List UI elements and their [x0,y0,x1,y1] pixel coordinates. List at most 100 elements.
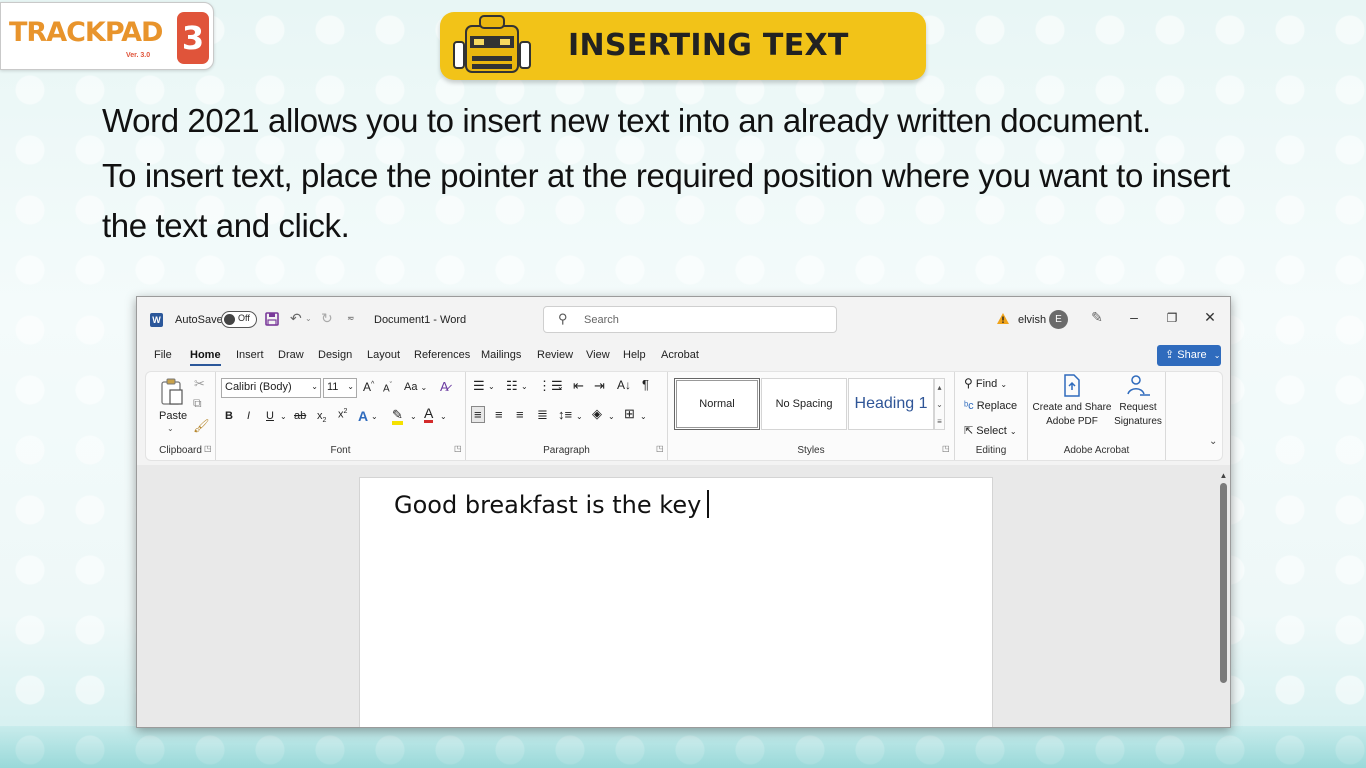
shading-dropdown-icon[interactable]: ⌄ [608,412,615,421]
borders-icon[interactable]: ⊞ [624,406,635,422]
tab-acrobat[interactable]: Acrobat [661,349,699,361]
subscript-icon[interactable]: x2 [317,410,326,424]
decrease-indent-icon[interactable]: ⇤ [573,378,584,394]
undo-dropdown-icon[interactable]: ⌄ [305,314,312,323]
tab-home[interactable]: Home [190,349,221,366]
tab-design[interactable]: Design [318,349,352,361]
bullets-icon[interactable]: ☰ [473,378,485,394]
change-case-button[interactable]: Aa ⌄ [404,381,427,393]
text-effects-icon[interactable]: A [358,408,368,424]
highlight-icon[interactable]: ✎ [392,408,403,425]
font-family-combo[interactable]: Calibri (Body) ⌄ [221,378,321,398]
replace-button[interactable]: ᵇc Replace [964,400,1017,412]
styles-launcher-icon[interactable]: ◳ [942,444,950,453]
shrink-font-icon[interactable]: Aˇ [383,382,392,394]
share-button[interactable]: ⇪ Share ⌄ [1157,345,1221,366]
highlight-dropdown-icon[interactable]: ⌄ [410,412,417,421]
collapse-ribbon-icon[interactable]: ⌄ [1209,436,1217,447]
font-launcher-icon[interactable]: ◳ [454,444,462,453]
styles-scroll-icon[interactable]: ▴ ⌄ ≡ [934,378,945,430]
bold-icon[interactable]: B [225,410,233,422]
justify-icon[interactable]: ≣ [537,407,548,423]
superscript-icon[interactable]: x2 [338,408,347,421]
undo-icon[interactable]: ↶ [290,310,302,327]
numbering-icon[interactable]: ☷ [506,378,518,394]
find-button[interactable]: ⚲ Find ⌄ [964,376,1007,390]
autosave-toggle[interactable]: Off [221,311,257,328]
robot-mascot-icon [453,15,531,73]
scrollbar-thumb[interactable] [1220,483,1227,683]
logo-text: TRACKPAD [9,17,163,48]
create-share-pdf-button[interactable]: Create and Share Adobe PDF [1032,374,1112,429]
share-icon: ⇪ [1165,349,1175,361]
underline-dropdown-icon[interactable]: ⌄ [280,412,287,421]
clear-formatting-icon[interactable]: A̷ [440,379,449,394]
document-text[interactable]: Good breakfast is the key [394,490,710,519]
tab-layout[interactable]: Layout [367,349,400,361]
style-heading-1[interactable]: Heading 1 [848,378,934,430]
ribbon: Paste ⌄ ✂ ⧉ 🖌 Clipboard ◳ Calibri (Body)… [145,371,1223,461]
request-line2: Signatures [1114,416,1162,427]
show-formatting-icon[interactable]: ¶ [642,377,649,392]
underline-icon[interactable]: U [266,410,274,422]
paste-dropdown-icon[interactable]: ⌄ [167,424,174,433]
clipboard-launcher-icon[interactable]: ◳ [204,444,212,453]
warning-icon[interactable] [996,312,1010,325]
font-family-value: Calibri (Body) [225,381,292,393]
numbering-dropdown-icon[interactable]: ⌄ [521,382,528,391]
change-case-label: Aa [404,381,418,393]
pen-icon[interactable]: ✎ [1087,309,1107,326]
align-right-icon[interactable]: ≡ [516,407,524,422]
tab-insert[interactable]: Insert [236,349,264,361]
shading-icon[interactable]: ◈ [592,406,602,422]
close-button[interactable]: ✕ [1200,309,1220,326]
tab-file[interactable]: File [154,349,172,361]
multilevel-dropdown-icon[interactable]: ⌄ [557,382,564,391]
title-banner: INSERTING TEXT [440,12,926,80]
line-spacing-dropdown-icon[interactable]: ⌄ [576,412,583,421]
paste-label[interactable]: Paste [159,410,187,422]
customize-toolbar-icon[interactable]: ≂ [347,313,355,324]
paragraph-launcher-icon[interactable]: ◳ [656,444,664,453]
toggle-knob [224,314,235,325]
align-left-icon[interactable]: ≡ [471,406,485,423]
sort-icon[interactable]: A↓ [617,378,631,392]
font-color-dropdown-icon[interactable]: ⌄ [440,412,447,421]
style-no-spacing[interactable]: No Spacing [761,378,847,430]
minimize-button[interactable]: – [1124,309,1144,325]
bullets-dropdown-icon[interactable]: ⌄ [488,382,495,391]
style-normal[interactable]: Normal [674,378,760,430]
copy-icon[interactable]: ⧉ [193,396,202,411]
tab-review[interactable]: Review [537,349,573,361]
tab-mailings[interactable]: Mailings [481,349,521,361]
user-name[interactable]: elvish [1018,314,1046,326]
paste-icon[interactable] [160,378,184,406]
borders-dropdown-icon[interactable]: ⌄ [640,412,647,421]
tab-view[interactable]: View [586,349,610,361]
search-box[interactable]: ⚲ Search [543,306,837,333]
format-painter-icon[interactable]: 🖌 [193,418,210,434]
select-button[interactable]: ⇱ Select ⌄ [964,424,1017,437]
tab-help[interactable]: Help [623,349,646,361]
font-size-combo[interactable]: 11 ⌄ [323,378,357,398]
tab-draw[interactable]: Draw [278,349,304,361]
strikethrough-icon[interactable]: ab [294,410,306,422]
vertical-scrollbar[interactable]: ▲ [1219,471,1228,721]
cut-icon[interactable]: ✂ [194,376,205,392]
save-icon[interactable] [265,312,279,326]
document-page[interactable]: Good breakfast is the key [359,477,993,727]
avatar[interactable]: E [1049,310,1068,329]
request-signatures-button[interactable]: Request Signatures [1112,374,1164,429]
italic-icon[interactable]: I [247,410,250,422]
line-spacing-icon[interactable]: ↕≡ [558,407,572,422]
tab-references[interactable]: References [414,349,470,361]
restore-button[interactable]: ❐ [1162,311,1182,325]
trackpad-logo: TRACKPAD Ver. 3.0 3 [0,2,214,70]
redo-icon[interactable]: ↻ [321,310,333,327]
align-center-icon[interactable]: ≡ [495,407,503,422]
grow-font-icon[interactable]: A^ [363,380,374,394]
font-color-icon[interactable]: A [424,406,434,423]
increase-indent-icon[interactable]: ⇥ [594,378,605,394]
scroll-up-icon[interactable]: ▲ [1219,471,1228,480]
text-effects-dropdown-icon[interactable]: ⌄ [371,412,378,421]
